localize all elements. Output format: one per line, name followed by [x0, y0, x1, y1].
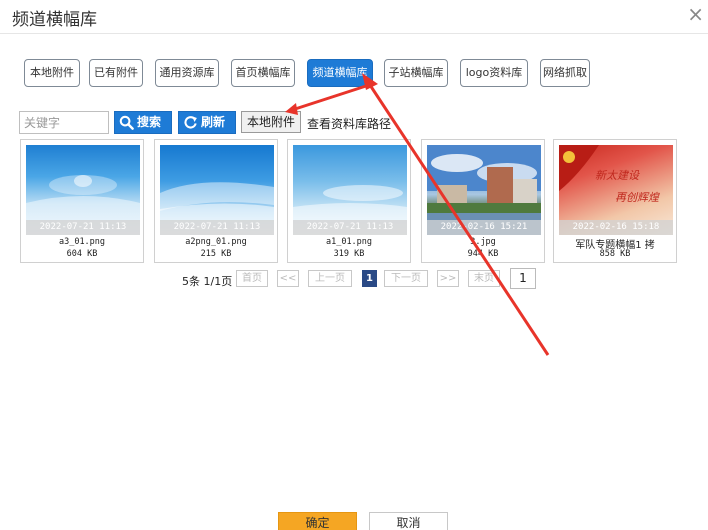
- file-date: 2022-07-21 11:13: [26, 220, 140, 235]
- banner-text-line2: 再创辉煌: [615, 191, 659, 204]
- keyword-input[interactable]: [19, 111, 109, 134]
- pagination-current-page[interactable]: 1: [362, 270, 377, 287]
- dialog-header: 频道横幅库 ×: [0, 0, 708, 34]
- file-card[interactable]: 2022-02-16 15:21 3.jpg 944 KB: [421, 139, 545, 263]
- tab-existing-attachments[interactable]: 已有附件: [89, 59, 143, 87]
- tab-common-resources[interactable]: 通用资源库: [155, 59, 219, 87]
- refresh-button-label: 刷新: [201, 115, 226, 129]
- file-thumbnail: 2022-07-21 11:13: [26, 145, 140, 235]
- tab-local-attachments[interactable]: 本地附件: [24, 59, 80, 87]
- file-card[interactable]: 新太建设 再创辉煌 2022-02-16 15:18 军队专题横幅1 拷 858…: [553, 139, 677, 263]
- pagination-prev[interactable]: 上一页: [308, 270, 352, 287]
- tab-substation-banners[interactable]: 子站横幅库: [384, 59, 448, 87]
- file-card[interactable]: 2022-07-21 11:13 a1_01.png 319 KB: [287, 139, 411, 263]
- refresh-button[interactable]: 刷新: [178, 111, 236, 134]
- tab-homepage-banners[interactable]: 首页横幅库: [231, 59, 295, 87]
- file-card[interactable]: 2022-07-21 11:13 a3_01.png 604 KB: [20, 139, 144, 263]
- file-name: 3.jpg: [470, 237, 496, 247]
- tab-web-capture[interactable]: 网络抓取: [540, 59, 590, 87]
- pagination-next-jump[interactable]: >>: [437, 270, 459, 287]
- pagination-page-input[interactable]: 1: [510, 268, 536, 289]
- pagination-first[interactable]: 首页: [236, 270, 268, 287]
- file-date: 2022-02-16 15:18: [559, 220, 673, 235]
- annotation-arrow-to-local-button: [291, 84, 367, 112]
- file-name: a1_01.png: [325, 237, 373, 247]
- tab-channel-banners[interactable]: 频道横幅库: [307, 59, 373, 87]
- search-icon: [119, 115, 134, 130]
- file-date: 2022-07-21 11:13: [160, 220, 274, 235]
- banner-text-line1: 新太建设: [595, 169, 639, 182]
- pagination-info: 5条 1/1页: [182, 275, 233, 288]
- file-size: 215 KB: [200, 249, 232, 259]
- close-icon[interactable]: ×: [687, 3, 704, 25]
- file-date: 2022-02-16 15:21: [427, 220, 541, 235]
- file-thumbnail: 新太建设 再创辉煌 2022-02-16 15:18: [559, 145, 673, 235]
- file-size: 858 KB: [599, 249, 631, 259]
- confirm-button[interactable]: 确定: [278, 512, 357, 530]
- file-size: 604 KB: [66, 249, 98, 259]
- file-size: 319 KB: [333, 249, 365, 259]
- view-library-path-link[interactable]: 查看资料库路径: [307, 115, 391, 132]
- pagination-prev-jump[interactable]: <<: [277, 270, 299, 287]
- search-button-label: 搜索: [137, 115, 162, 129]
- file-name: a3_01.png: [58, 237, 106, 247]
- tab-logo-library[interactable]: logo资料库: [460, 59, 528, 87]
- file-size: 944 KB: [467, 249, 499, 259]
- file-card[interactable]: 2022-07-21 11:13 a2png_01.png 215 KB: [154, 139, 278, 263]
- file-thumbnail: 2022-07-21 11:13: [160, 145, 274, 235]
- local-attach-button[interactable]: 本地附件: [241, 111, 301, 133]
- refresh-icon: [184, 116, 197, 129]
- file-thumbnail: 2022-07-21 11:13: [293, 145, 407, 235]
- file-thumbnail: 2022-02-16 15:21: [427, 145, 541, 235]
- file-name: a2png_01.png: [185, 237, 247, 247]
- file-date: 2022-07-21 11:13: [293, 220, 407, 235]
- dialog-title: 频道横幅库: [12, 10, 97, 30]
- pagination-last[interactable]: 末页: [468, 270, 500, 287]
- cancel-button[interactable]: 取消: [369, 512, 448, 530]
- search-button[interactable]: 搜索: [114, 111, 172, 134]
- pagination-next[interactable]: 下一页: [384, 270, 428, 287]
